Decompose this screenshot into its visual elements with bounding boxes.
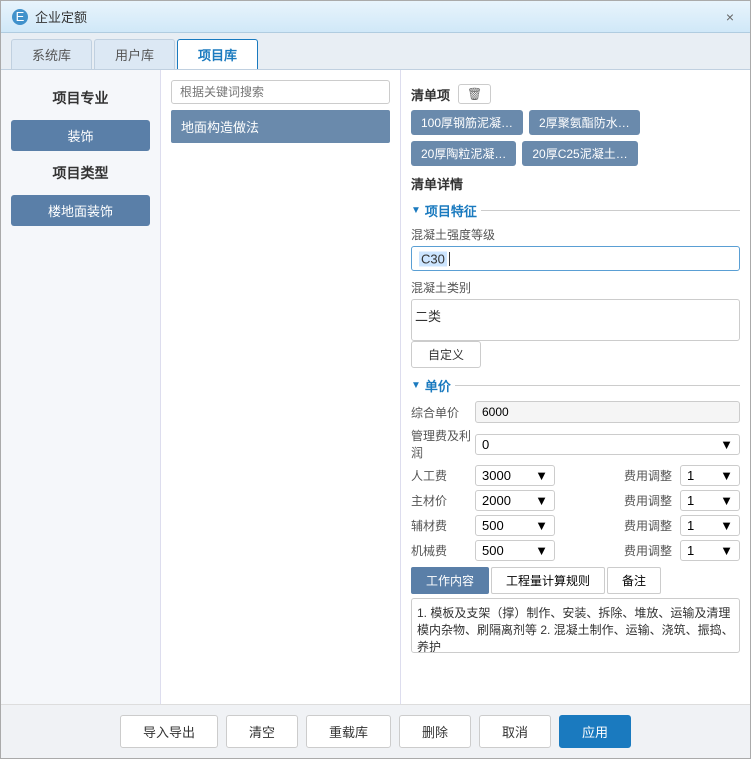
cancel-button[interactable]: 取消: [479, 715, 551, 748]
decoration-button[interactable]: 装饰: [11, 120, 150, 151]
fee-row-3: 机械费 500 ▼ 费用调整 1 ▼: [411, 540, 740, 561]
delete-button[interactable]: 删除: [399, 715, 471, 748]
guanli-select[interactable]: 0 ▼: [475, 434, 740, 455]
features-arrow: ▼: [411, 205, 421, 216]
tag-3[interactable]: 20厚C25泥凝土…: [522, 141, 637, 166]
section-title-type: 项目类型: [1, 155, 160, 191]
qingdan-header: 清单项 🗑: [411, 84, 740, 104]
inner-tabs: 工作内容 工程量计算规则 备注: [411, 567, 740, 594]
features-header: ▼ 项目特征: [411, 201, 740, 220]
tag-1[interactable]: 2厚聚氨酯防水…: [529, 110, 640, 135]
inner-tab-1[interactable]: 工程量计算规则: [491, 567, 605, 594]
unit-arrow: ▼: [411, 380, 421, 391]
inner-tab-2[interactable]: 备注: [607, 567, 661, 594]
fee-select-1[interactable]: 2000 ▼: [475, 490, 555, 511]
concrete-type-label: 混凝土类别: [411, 279, 740, 296]
tag-0[interactable]: 100厚钢筋泥凝…: [411, 110, 523, 135]
trash-button[interactable]: 🗑: [458, 84, 491, 104]
close-button[interactable]: ×: [720, 7, 740, 27]
fee-row-1: 主材价 2000 ▼ 费用调整 1 ▼: [411, 490, 740, 511]
custom-button[interactable]: 自定义: [411, 341, 481, 368]
unit-header: ▼ 单价: [411, 376, 740, 395]
adj-label-1: 费用调整: [624, 492, 672, 509]
floor-decoration-button[interactable]: 楼地面装饰: [11, 195, 150, 226]
tab-user[interactable]: 用户库: [94, 39, 175, 69]
fee-row-0: 人工费 3000 ▼ 费用调整 1 ▼: [411, 465, 740, 486]
search-row: [171, 80, 390, 104]
concrete-strength-label: 混凝土强度等级: [411, 226, 740, 243]
fee-label-2: 辅材费: [411, 517, 471, 534]
bottom-bar: 导入导出 清空 重载库 删除 取消 应用: [1, 704, 750, 758]
tab-project[interactable]: 项目库: [177, 39, 258, 69]
fee-select-0[interactable]: 3000 ▼: [475, 465, 555, 486]
guanli-arrow: ▼: [720, 437, 733, 452]
adj-label-0: 费用调整: [624, 467, 672, 484]
unit-label: 单价: [425, 376, 451, 395]
fee-select-2[interactable]: 500 ▼: [475, 515, 555, 536]
qingdan-label: 清单项: [411, 85, 450, 104]
title-bar: E 企业定额 ×: [1, 1, 750, 33]
tag-2[interactable]: 20厚陶粒泥凝…: [411, 141, 516, 166]
adj-select-3[interactable]: 1 ▼: [680, 540, 740, 561]
concrete-type-textarea[interactable]: [411, 299, 740, 341]
cursor: [449, 252, 450, 266]
fee-label-1: 主材价: [411, 492, 471, 509]
zhonghe-label: 综合单价: [411, 404, 471, 421]
zhonghe-input[interactable]: [475, 401, 740, 423]
tab-system[interactable]: 系统库: [11, 39, 92, 69]
main-window: E 企业定额 × 系统库 用户库 项目库 项目专业 装饰 项目类型 楼地面装饰: [0, 0, 751, 759]
adj-label-2: 费用调整: [624, 517, 672, 534]
guanli-row: 管理费及利润 0 ▼: [411, 427, 740, 461]
window-title: 企业定额: [35, 7, 720, 26]
list-item[interactable]: 地面构造做法: [171, 110, 390, 143]
clear-button[interactable]: 清空: [226, 715, 298, 748]
section-title-profession: 项目专业: [1, 80, 160, 116]
qingdan-detail-label: 清单详情: [411, 174, 740, 193]
unit-price-section: ▼ 单价 综合单价 管理费及利润: [411, 376, 740, 653]
import-export-button[interactable]: 导入导出: [120, 715, 218, 748]
adj-select-2[interactable]: 1 ▼: [680, 515, 740, 536]
fee-row-2: 辅材费 500 ▼ 费用调整 1 ▼: [411, 515, 740, 536]
features-label: 项目特征: [425, 201, 477, 220]
guanli-label: 管理费及利润: [411, 427, 471, 461]
work-content-area: 1. 模板及支架（撑）制作、安装、拆除、堆放、运输及清理模内杂物、刷隔离剂等 2…: [411, 598, 740, 653]
adj-label-3: 费用调整: [624, 542, 672, 559]
adj-select-0[interactable]: 1 ▼: [680, 465, 740, 486]
app-icon: E: [11, 8, 29, 26]
guanli-value: 0: [482, 437, 489, 452]
fee-label-0: 人工费: [411, 467, 471, 484]
apply-button[interactable]: 应用: [559, 715, 631, 748]
svg-text:E: E: [16, 9, 25, 24]
fee-label-3: 机械费: [411, 542, 471, 559]
qingdan-tags: 100厚钢筋泥凝… 2厚聚氨酯防水… 20厚陶粒泥凝… 20厚C25泥凝土…: [411, 110, 740, 166]
fee-select-3[interactable]: 500 ▼: [475, 540, 555, 561]
search-input[interactable]: [171, 80, 390, 104]
zhonghe-row: 综合单价: [411, 401, 740, 423]
fee-rows: 人工费 3000 ▼ 费用调整 1 ▼: [411, 465, 740, 561]
left-panel: 项目专业 装饰 项目类型 楼地面装饰: [1, 70, 161, 704]
concrete-strength-input[interactable]: [411, 246, 740, 271]
adj-select-1[interactable]: 1 ▼: [680, 490, 740, 511]
main-content: 项目专业 装饰 项目类型 楼地面装饰 地面构造做法 清: [1, 70, 750, 704]
concrete-value-selected: C30: [419, 251, 447, 266]
tab-bar: 系统库 用户库 项目库: [1, 33, 750, 70]
inner-tab-0[interactable]: 工作内容: [411, 567, 489, 594]
reload-button[interactable]: 重载库: [306, 715, 391, 748]
